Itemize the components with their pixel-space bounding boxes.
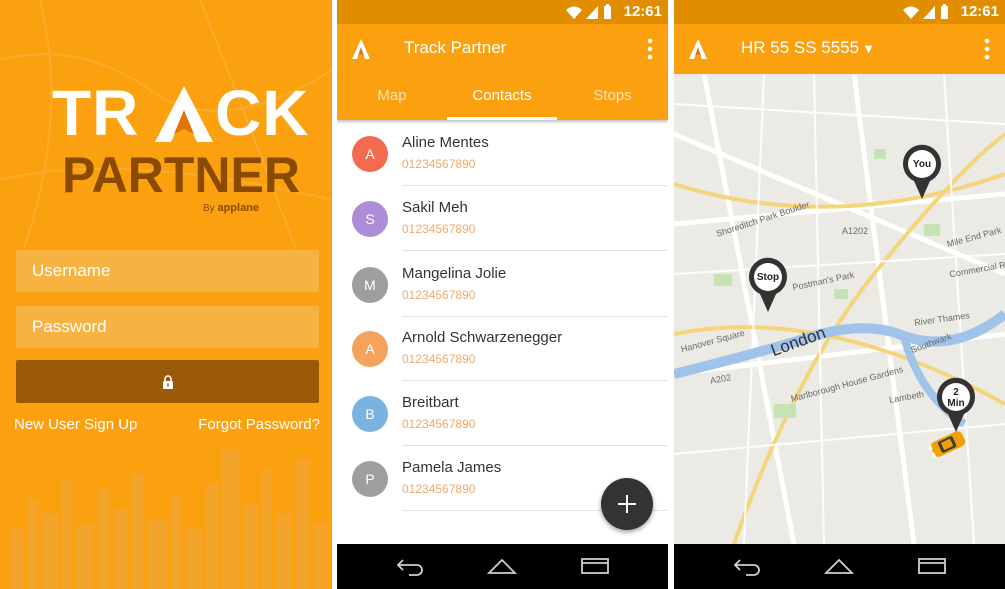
status-icons xyxy=(903,4,948,19)
status-bar: 12:61 xyxy=(337,0,668,24)
status-bar: 12:61 xyxy=(674,0,1005,24)
map-view[interactable]: Shoreditch Park Boulder Hanover Square P… xyxy=(674,73,1005,545)
contact-name: Breitbart xyxy=(402,394,459,411)
logo-partner-text: PARTNER xyxy=(62,147,300,203)
avatar: A xyxy=(352,136,388,172)
add-contact-button[interactable] xyxy=(601,478,653,530)
contact-list-item[interactable]: M Mangelina Jolie 01234567890 xyxy=(337,252,668,317)
wifi-icon xyxy=(566,6,582,19)
overflow-menu-icon[interactable] xyxy=(977,37,997,61)
taxi-car-icon xyxy=(928,431,966,458)
city-skyline-illustration xyxy=(10,449,328,589)
contact-name: Arnold Schwarzenegger xyxy=(402,329,563,346)
lock-icon xyxy=(162,374,173,389)
avatar: A xyxy=(352,331,388,367)
back-icon[interactable] xyxy=(395,556,425,576)
contact-list-item[interactable]: S Sakil Meh 01234567890 xyxy=(337,186,668,251)
password-field[interactable] xyxy=(16,306,319,348)
contact-name: Aline Mentes xyxy=(402,134,489,151)
tab-stops[interactable]: Stops xyxy=(557,74,668,120)
pin-eta-number: 2 xyxy=(953,387,959,398)
login-screen: TR CK PARTNER By applane New User Sign U… xyxy=(0,0,332,589)
app-bar: Track Partner xyxy=(337,24,668,74)
password-input[interactable] xyxy=(32,306,319,348)
logo-track-text: TR CK xyxy=(52,77,308,149)
pin-stop-label: Stop xyxy=(756,272,780,283)
battery-icon xyxy=(604,4,611,19)
tab-map[interactable]: Map xyxy=(337,74,447,120)
vehicle-number: HR 55 SS 5555 xyxy=(741,38,860,57)
pin-you[interactable]: You xyxy=(901,144,943,200)
pin-you-label: You xyxy=(912,159,932,170)
home-icon[interactable] xyxy=(487,556,517,576)
tab-contacts-label: Contacts xyxy=(472,87,532,104)
chevron-down-icon: ▼ xyxy=(862,41,876,56)
contact-phone: 01234567890 xyxy=(402,417,476,431)
logo-brand-name: applane xyxy=(217,202,260,214)
contacts-screen: 12:61 Track Partner Map Contacts Stops A… xyxy=(337,0,668,589)
pin-eta[interactable]: 2 Min xyxy=(935,377,977,433)
status-icons xyxy=(566,4,611,19)
logo-byline: By applane xyxy=(203,202,259,214)
map-screen: 12:61 HR 55 SS 5555 ▼ Shoreditch Park Bo… xyxy=(674,0,1005,589)
avatar: M xyxy=(352,267,388,303)
vehicle-selector[interactable]: HR 55 SS 5555 ▼ xyxy=(741,24,875,73)
app-logo-icon xyxy=(689,39,707,59)
contact-phone: 01234567890 xyxy=(402,352,476,366)
contact-phone: 01234567890 xyxy=(402,222,476,236)
logo-by-label: By xyxy=(203,203,215,214)
contact-name: Mangelina Jolie xyxy=(402,265,507,282)
avatar: S xyxy=(352,201,388,237)
username-field[interactable] xyxy=(16,250,319,292)
signup-link[interactable]: New User Sign Up xyxy=(14,415,137,435)
contact-list-item[interactable]: A Arnold Schwarzenegger 01234567890 xyxy=(337,316,668,381)
contact-name: Pamela James xyxy=(402,459,502,476)
pin-eta-unit: Min xyxy=(947,398,965,409)
logo-track-part1: TR xyxy=(52,77,140,149)
recents-icon[interactable] xyxy=(917,556,947,576)
app-title: Track Partner xyxy=(404,38,507,57)
android-nav-bar xyxy=(674,544,1005,589)
avatar: B xyxy=(352,396,388,432)
logo-track-part2: CK xyxy=(215,77,310,149)
list-divider xyxy=(402,250,668,251)
contact-phone: 01234567890 xyxy=(402,157,476,171)
map-marker-icon xyxy=(903,144,941,199)
status-time: 12:61 xyxy=(960,3,999,20)
app-logo-icon xyxy=(352,39,370,59)
username-input[interactable] xyxy=(32,250,319,292)
map-marker-icon xyxy=(749,257,787,312)
tab-stops-label: Stops xyxy=(593,87,632,104)
overflow-menu-icon[interactable] xyxy=(640,37,660,61)
plus-icon xyxy=(618,495,636,513)
login-button[interactable] xyxy=(16,360,319,403)
tab-bar: Map Contacts Stops xyxy=(337,74,668,120)
contact-list-item[interactable]: B Breitbart 01234567890 xyxy=(337,381,668,446)
status-time: 12:61 xyxy=(623,3,662,20)
avatar: P xyxy=(352,461,388,497)
signal-icon xyxy=(923,6,935,19)
tab-map-label: Map xyxy=(377,87,407,104)
map-street-label: A1202 xyxy=(842,226,869,236)
active-tab-indicator xyxy=(447,117,557,120)
android-nav-bar xyxy=(337,544,668,589)
map-background xyxy=(674,73,1005,545)
forgot-password-link[interactable]: Forgot Password? xyxy=(198,415,320,435)
back-icon[interactable] xyxy=(732,556,762,576)
contact-list-item[interactable]: A Aline Mentes 01234567890 xyxy=(337,121,668,186)
home-icon[interactable] xyxy=(824,556,854,576)
pin-stop[interactable]: Stop xyxy=(747,257,789,313)
app-bar: HR 55 SS 5555 ▼ xyxy=(674,24,1005,74)
wifi-icon xyxy=(903,6,919,19)
contact-phone: 01234567890 xyxy=(402,288,476,302)
logo-a-arrow-icon xyxy=(155,86,213,142)
contact-name: Sakil Meh xyxy=(402,199,468,216)
contact-phone: 01234567890 xyxy=(402,482,476,496)
signal-icon xyxy=(586,6,598,19)
battery-icon xyxy=(941,4,948,19)
tab-contacts[interactable]: Contacts xyxy=(447,74,557,120)
recents-icon[interactable] xyxy=(580,556,610,576)
